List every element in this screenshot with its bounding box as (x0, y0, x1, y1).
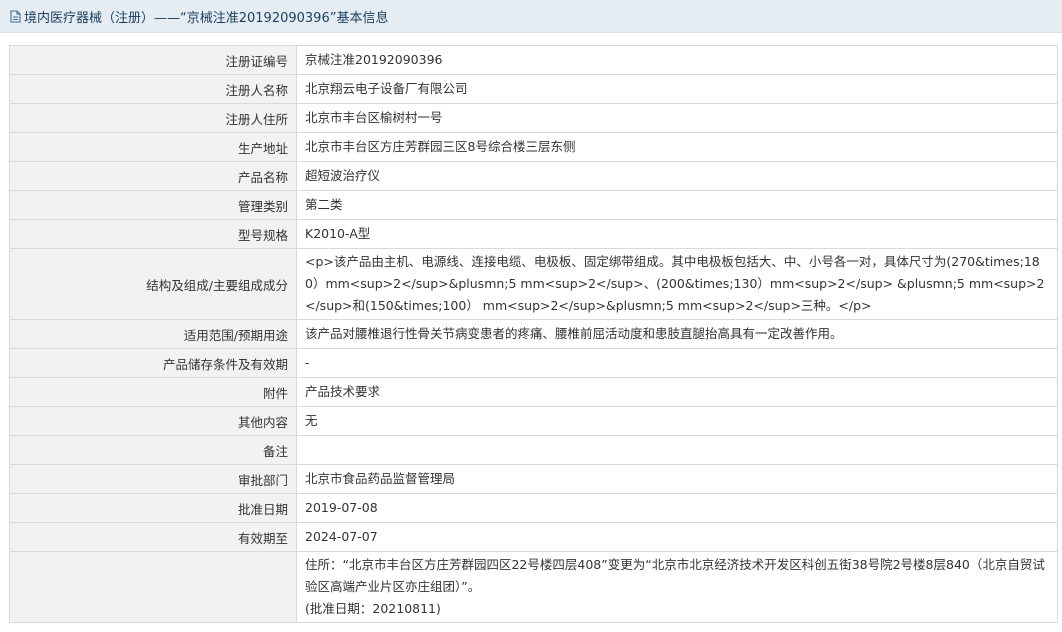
table-row: 结构及组成/主要组成成分 <p>该产品由主机、电源线、连接电缆、电极板、固定绑带… (9, 248, 1058, 320)
table-row: 管理类别 第二类 (9, 190, 1058, 220)
table-row: 批准日期 2019-07-08 (9, 493, 1058, 523)
field-value: 产品技术要求 (296, 377, 1058, 407)
change-record-value: 住所：“北京市丰台区方庄芳群园四区22号楼四层408”变更为“北京市北京经济技术… (296, 551, 1058, 623)
page-title: 境内医疗器械（注册）——“京械注准20192090396”基本信息 (24, 10, 389, 26)
field-label: 备注 (9, 435, 297, 465)
field-label (9, 551, 297, 623)
field-label: 注册人住所 (9, 103, 297, 133)
table-row: 生产地址 北京市丰台区方庄芳群园三区8号综合楼三层东侧 (9, 132, 1058, 162)
field-label: 附件 (9, 377, 297, 407)
info-table: 注册证编号 京械注准20192090396 注册人名称 北京翔云电子设备厂有限公… (9, 45, 1058, 623)
field-label: 生产地址 (9, 132, 297, 162)
field-value: 2019-07-08 (296, 493, 1058, 523)
field-value: 2024-07-07 (296, 522, 1058, 552)
field-value: 该产品对腰椎退行性骨关节病变患者的疼痛、腰椎前屈活动度和患肢直腿抬高具有一定改善… (296, 319, 1058, 349)
table-row: 型号规格 K2010-A型 (9, 219, 1058, 249)
field-label: 产品名称 (9, 161, 297, 191)
field-value: 北京市丰台区方庄芳群园三区8号综合楼三层东侧 (296, 132, 1058, 162)
field-label: 有效期至 (9, 522, 297, 552)
table-row: 附件 产品技术要求 (9, 377, 1058, 407)
field-label: 其他内容 (9, 406, 297, 436)
field-value: 京械注准20192090396 (296, 45, 1058, 75)
field-label: 型号规格 (9, 219, 297, 249)
field-value: 北京翔云电子设备厂有限公司 (296, 74, 1058, 104)
field-value: 无 (296, 406, 1058, 436)
field-value: <p>该产品由主机、电源线、连接电缆、电极板、固定绑带组成。其中电极板包括大、中… (296, 248, 1058, 320)
table-row: 注册人住所 北京市丰台区榆树村一号 (9, 103, 1058, 133)
field-label: 审批部门 (9, 464, 297, 494)
table-row: 注册证编号 京械注准20192090396 (9, 45, 1058, 75)
table-row: 注册人名称 北京翔云电子设备厂有限公司 (9, 74, 1058, 104)
field-value: - (296, 348, 1058, 378)
document-icon (9, 9, 22, 23)
table-row: 适用范围/预期用途 该产品对腰椎退行性骨关节病变患者的疼痛、腰椎前屈活动度和患肢… (9, 319, 1058, 349)
table-row: 住所：“北京市丰台区方庄芳群园四区22号楼四层408”变更为“北京市北京经济技术… (9, 551, 1058, 623)
table-row: 备注 (9, 435, 1058, 465)
field-value: K2010-A型 (296, 219, 1058, 249)
field-label: 适用范围/预期用途 (9, 319, 297, 349)
field-label: 注册证编号 (9, 45, 297, 75)
table-row: 其他内容 无 (9, 406, 1058, 436)
field-value: 北京市丰台区榆树村一号 (296, 103, 1058, 133)
field-value: 第二类 (296, 190, 1058, 220)
field-label: 管理类别 (9, 190, 297, 220)
field-label: 注册人名称 (9, 74, 297, 104)
field-value (296, 435, 1058, 465)
table-row: 产品储存条件及有效期 - (9, 348, 1058, 378)
field-value: 北京市食品药品监督管理局 (296, 464, 1058, 494)
table-row: 有效期至 2024-07-07 (9, 522, 1058, 552)
table-row: 产品名称 超短波治疗仪 (9, 161, 1058, 191)
field-label: 批准日期 (9, 493, 297, 523)
page-header: 境内医疗器械（注册）——“京械注准20192090396”基本信息 (0, 0, 1062, 33)
field-value: 超短波治疗仪 (296, 161, 1058, 191)
table-row: 审批部门 北京市食品药品监督管理局 (9, 464, 1058, 494)
field-label: 结构及组成/主要组成成分 (9, 248, 297, 320)
field-label: 产品储存条件及有效期 (9, 348, 297, 378)
